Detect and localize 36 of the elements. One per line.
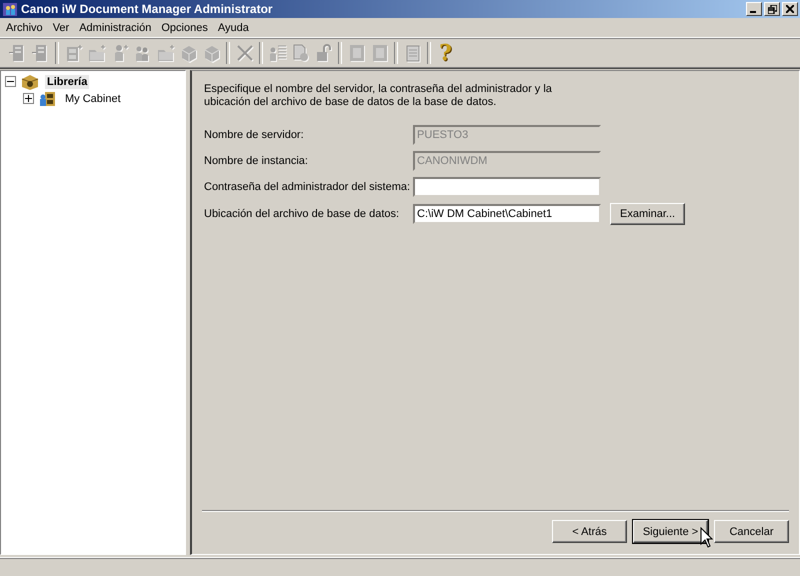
minimize-button[interactable] bbox=[746, 2, 762, 16]
close-icon bbox=[786, 5, 794, 13]
wizard-button[interactable]: Siguiente > bbox=[633, 520, 708, 543]
app-icon bbox=[2, 1, 18, 17]
wizard-button[interactable]: < Atrás bbox=[552, 520, 627, 543]
list-icon bbox=[268, 43, 288, 63]
tree-item[interactable]: My Cabinet bbox=[63, 92, 123, 106]
cursor-icon bbox=[700, 527, 713, 548]
wizard-button[interactable]: Cancelar bbox=[714, 520, 789, 543]
delete-icon bbox=[234, 43, 254, 63]
field-label: Nombre de servidor: bbox=[204, 129, 305, 141]
menu-item[interactable]: Ver bbox=[48, 22, 74, 34]
input-field[interactable]: C:\iW DM Cabinet\Cabinet1 bbox=[413, 204, 602, 224]
help-icon: ? bbox=[439, 42, 452, 64]
field-label: Nombre de instancia: bbox=[204, 155, 309, 167]
folder-icon bbox=[156, 43, 176, 63]
menu-item[interactable]: Ayuda bbox=[212, 22, 254, 34]
field-label: Ubicación del archivo de base de datos: bbox=[204, 208, 400, 220]
folder-icon bbox=[86, 43, 106, 63]
library-icon bbox=[21, 74, 39, 90]
tree-item[interactable]: Librería bbox=[45, 74, 90, 88]
field-label: Contraseña del administrador del sistema: bbox=[204, 181, 410, 193]
document-icon bbox=[290, 43, 310, 63]
instructions-text: Especifique el nombre del servidor, la contraseña del administrador y la ubicación del archivo de base de datos de la base de datos. bbox=[204, 83, 553, 109]
collapse-icon[interactable] bbox=[5, 76, 16, 87]
input-field[interactable] bbox=[413, 177, 602, 197]
expand-icon[interactable] bbox=[23, 93, 34, 104]
close-button[interactable] bbox=[782, 2, 798, 16]
window-title: Canon iW Document Manager Administrator bbox=[21, 2, 274, 16]
cabinet-icon bbox=[39, 90, 57, 106]
restore-button[interactable] bbox=[764, 2, 780, 16]
browse-button[interactable]: Examinar... bbox=[610, 203, 686, 225]
menu-item[interactable]: Administración bbox=[74, 22, 156, 34]
menu-item[interactable]: Archivo bbox=[1, 22, 48, 34]
menu-item[interactable]: Opciones bbox=[156, 22, 213, 34]
restore-icon bbox=[768, 4, 776, 14]
